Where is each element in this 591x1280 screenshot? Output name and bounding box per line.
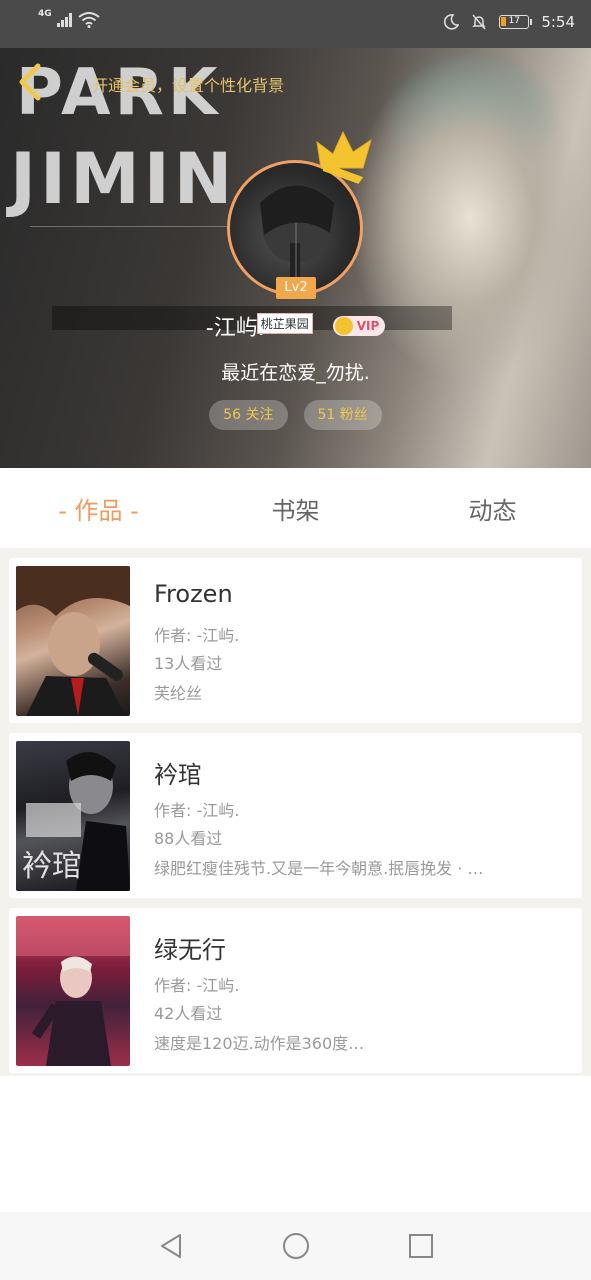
level-badge: Lv2: [276, 277, 316, 299]
svg-text:衿琯: 衿琯: [22, 849, 82, 884]
work-cover: 衿琯: [16, 741, 130, 891]
work-description: 绿肥红瘦佳残节.又是一年今朝意.抿唇挽发 · …: [154, 859, 484, 878]
work-title: Frozen: [154, 580, 233, 608]
work-title: 绿无行: [154, 936, 226, 964]
profile-tabs: - 作品 - 书架 动态: [0, 468, 591, 548]
work-card[interactable]: 衿琯 衿琯 作者: -江屿. 88人看过 绿肥红瘦佳残节.又是一年今朝意.抿唇挽…: [9, 733, 582, 898]
name-row: -江屿. 桃芷果园 VIP: [0, 310, 591, 342]
work-views: 13人看过: [154, 654, 223, 673]
work-card[interactable]: 绿无行 作者: -江屿. 42人看过 速度是120迈.动作是360度…: [9, 908, 582, 1073]
work-author: 作者: -江屿.: [154, 626, 240, 645]
nav-back-button[interactable]: [156, 1231, 186, 1261]
nav-recents-button[interactable]: [406, 1231, 436, 1261]
name-tag: 桃芷果园: [256, 312, 313, 334]
work-description: 芙纶丝: [154, 684, 203, 703]
back-button[interactable]: [14, 62, 50, 102]
cover-image: 衿琯: [22, 752, 130, 891]
following-button[interactable]: 56 关注: [209, 400, 288, 430]
triangle-back-icon: [160, 1234, 181, 1258]
battery-icon: 17: [499, 15, 533, 29]
vip-label: VIP: [356, 319, 380, 333]
signature: 最近在恋爱_勿扰.: [221, 362, 370, 384]
status-right: 17 5:54: [443, 13, 575, 31]
tab-bookshelf[interactable]: 书架: [197, 468, 394, 548]
stats-row: 56 关注 51 粉丝: [0, 400, 591, 430]
tab-activity[interactable]: 动态: [394, 468, 591, 548]
followers-button[interactable]: 51 粉丝: [303, 400, 382, 430]
cover-image: [16, 916, 130, 1066]
circle-home-icon: [282, 1233, 309, 1259]
avatar-container[interactable]: Lv2: [227, 130, 372, 299]
nav-home-button[interactable]: [281, 1231, 311, 1261]
wifi-icon: [78, 12, 100, 28]
vip-badge[interactable]: VIP: [332, 316, 386, 336]
system-nav-bar: [0, 1212, 591, 1280]
square-recents-icon: [408, 1234, 433, 1258]
works-list: Frozen 作者: -江屿. 13人看过 芙纶丝 衿琯 衿琯 作者: -江屿.…: [0, 548, 591, 1076]
tab-works[interactable]: - 作品 -: [0, 468, 197, 548]
work-cover: [16, 566, 130, 716]
work-title: 衿琯: [154, 761, 202, 789]
work-views: 88人看过: [154, 829, 223, 848]
vip-crown-icon: [334, 317, 353, 335]
status-left: 4G: [38, 9, 100, 28]
work-author: 作者: -江屿.: [154, 976, 240, 995]
clock: 5:54: [541, 13, 575, 31]
work-description: 速度是120迈.动作是360度…: [154, 1034, 365, 1053]
signal-icon: [56, 13, 72, 27]
work-cover: [16, 916, 130, 1066]
moon-icon: [444, 14, 460, 30]
work-views: 42人看过: [154, 1004, 223, 1023]
status-bar: 4G 17 5:54: [0, 0, 591, 48]
work-author: 作者: -江屿.: [154, 801, 240, 820]
chevron-left-icon: [19, 63, 41, 101]
background-text: JIMIN: [10, 138, 237, 220]
bell-off-icon: [472, 14, 487, 30]
profile-header: PARK JIMIN 开通会员，设置个性化背景 Lv2 -江屿. 桃芷果园 VI…: [0, 48, 591, 468]
vip-background-link[interactable]: 开通会员，设置个性化背景: [92, 72, 284, 96]
cover-image: [16, 566, 130, 716]
work-card[interactable]: Frozen 作者: -江屿. 13人看过 芙纶丝: [9, 558, 582, 723]
crown-icon: [316, 130, 372, 184]
network-type: 4G: [38, 9, 52, 19]
